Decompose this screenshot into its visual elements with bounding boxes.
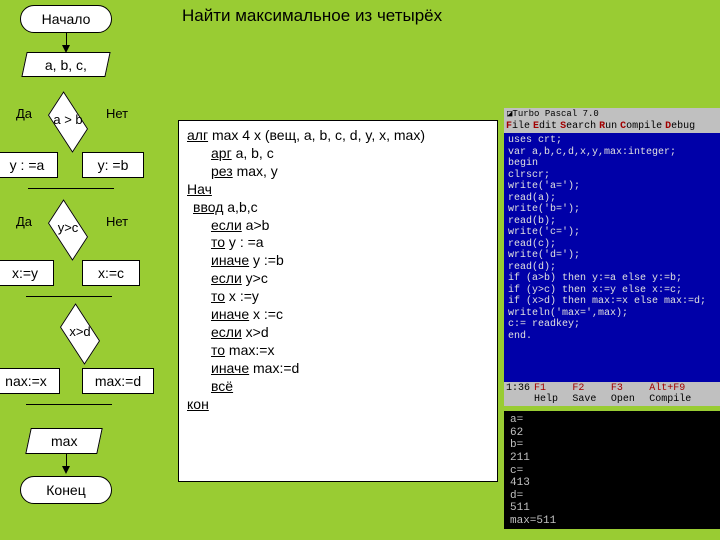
flowchart: Начало a, b, c, a > b Да Нет y : =a y: =… bbox=[0, 0, 178, 540]
flow-p1a: y : =a bbox=[0, 152, 58, 178]
pseudocode-box: алг max 4 x (вещ, a, b, c, d, y, x, max)… bbox=[178, 120, 498, 482]
ide-menu-file[interactable]: FFileile bbox=[506, 121, 530, 132]
ide-menu-edit[interactable]: Edit bbox=[533, 121, 557, 132]
console-line: d= bbox=[510, 490, 523, 502]
flow-dec2-yes: Да bbox=[16, 214, 32, 229]
flow-dec1-yes: Да bbox=[16, 106, 32, 121]
ide-menu-run[interactable]: Run bbox=[599, 121, 617, 132]
ide-title-text: Turbo Pascal 7.0 bbox=[512, 109, 717, 119]
flow-p3a: nax:=x bbox=[0, 368, 60, 394]
ide-menu-compile[interactable]: Compile bbox=[620, 121, 662, 132]
flow-end: Конец bbox=[20, 476, 112, 504]
console-line: max=511 bbox=[510, 515, 556, 527]
flow-dec1-no: Нет bbox=[106, 106, 128, 121]
console-line: 211 bbox=[510, 452, 530, 464]
console-line: 62 bbox=[510, 427, 523, 439]
flow-p2b: x:=c bbox=[82, 260, 140, 286]
page-title: Найти максимальное из четырёх bbox=[182, 6, 442, 26]
pascal-ide: ◪ Turbo Pascal 7.0 FFileile Edit Search … bbox=[504, 108, 720, 406]
flow-p1b: y: =b bbox=[82, 152, 144, 178]
ide-status: 1:36 F1 Help F2 Save F3 Open Alt+F9 Comp… bbox=[504, 382, 720, 406]
ide-titlebar: ◪ Turbo Pascal 7.0 bbox=[504, 108, 720, 120]
flow-output: max bbox=[25, 428, 103, 454]
ide-menu-search[interactable]: Search bbox=[560, 121, 596, 132]
console-line: b= bbox=[510, 439, 523, 451]
ide-code[interactable]: uses crt; var a,b,c,d,x,y,max:integer; b… bbox=[504, 133, 720, 344]
flow-p2a: x:=y bbox=[0, 260, 54, 286]
console-line: 413 bbox=[510, 477, 530, 489]
flow-input: a, b, c, bbox=[21, 52, 110, 77]
flow-p3b: max:=d bbox=[82, 368, 154, 394]
flow-dec2-no: Нет bbox=[106, 214, 128, 229]
console-line: c= bbox=[510, 465, 523, 477]
console-output: a= 62 b= 211 c= 413 d= 511 max=511 bbox=[504, 411, 720, 529]
console-line: 511 bbox=[510, 502, 530, 514]
flow-start: Начало bbox=[20, 5, 112, 33]
ide-menu-debug[interactable]: Debug bbox=[665, 121, 695, 132]
ide-menu[interactable]: FFileile Edit Search Run Compile Debug bbox=[504, 120, 720, 133]
console-line: a= bbox=[510, 414, 523, 426]
